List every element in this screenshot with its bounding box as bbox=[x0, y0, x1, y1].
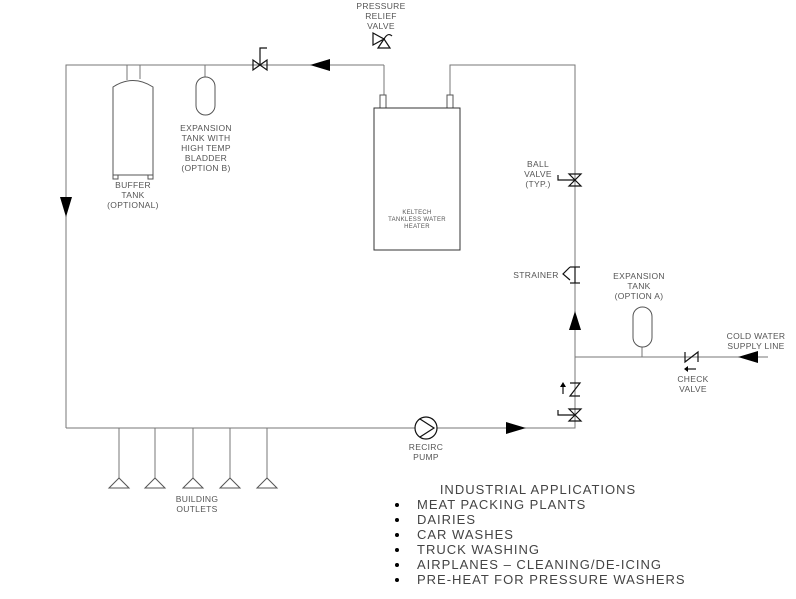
ball-valve-label-2: VALVE bbox=[524, 169, 552, 179]
recirc-pump-label-1: RECIRC bbox=[409, 442, 443, 452]
expansion-tank-b-label-5: (OPTION B) bbox=[181, 163, 230, 173]
gate-valve-icon bbox=[252, 47, 268, 72]
ball-valve-label-3: (TYP.) bbox=[525, 179, 550, 189]
ball-valve-icon bbox=[557, 408, 583, 422]
expansion-tank-a-label-2: TANK bbox=[627, 281, 650, 291]
check-valve-vertical-icon bbox=[560, 382, 582, 397]
application-item: TRUCK WASHING bbox=[417, 542, 540, 557]
application-item: PRE-HEAT FOR PRESSURE WASHERS bbox=[417, 572, 686, 587]
strainer-icon bbox=[562, 266, 580, 284]
outlet-icon bbox=[255, 477, 279, 489]
flow-arrow-up-icon bbox=[569, 311, 581, 330]
flow-arrow-right-icon bbox=[506, 422, 526, 434]
outlets-label-2: OUTLETS bbox=[176, 504, 217, 514]
cold-water-label-1: COLD WATER bbox=[727, 331, 786, 341]
prv-label-2: RELIEF bbox=[365, 11, 397, 21]
expansion-tank-b-label-1: EXPANSION bbox=[180, 123, 232, 133]
application-item: AIRPLANES – CLEANING/DE-ICING bbox=[417, 557, 662, 572]
buffer-tank-label-1: BUFFER bbox=[115, 180, 151, 190]
buffer-tank-label-3: (OPTIONAL) bbox=[107, 200, 159, 210]
recirc-pump-icon bbox=[414, 416, 438, 440]
ball-valve-label-1: BALL bbox=[527, 159, 549, 169]
heater-label-3: HEATER bbox=[404, 224, 430, 230]
outlets-label-1: BUILDING bbox=[176, 494, 219, 504]
heater-label-1: KELTECH bbox=[402, 210, 431, 216]
buffer-tank bbox=[112, 80, 154, 180]
applications-title: INDUSTRIAL APPLICATIONS bbox=[440, 482, 636, 497]
expansion-tank-b-label-3: HIGH TEMP bbox=[181, 143, 231, 153]
application-item: DAIRIES bbox=[417, 512, 476, 527]
piping-diagram: BUFFER TANK (OPTIONAL) EXPANSION TANK WI… bbox=[0, 0, 796, 599]
strainer-label: STRAINER bbox=[513, 270, 558, 280]
outlet-icon bbox=[218, 477, 242, 489]
heater-label-2: TANKLESS WATER bbox=[388, 217, 446, 223]
application-item: CAR WASHES bbox=[417, 527, 514, 542]
building-outlets bbox=[107, 477, 279, 489]
check-valve-icon bbox=[684, 350, 699, 372]
pressure-relief-valve-icon bbox=[372, 31, 393, 49]
ball-valve-icon bbox=[557, 173, 583, 187]
expansion-tank-b-label-4: BLADDER bbox=[185, 153, 227, 163]
check-valve-label-1: CHECK bbox=[677, 374, 708, 384]
cold-water-label-2: SUPPLY LINE bbox=[727, 341, 784, 351]
outlet-icon bbox=[181, 477, 205, 489]
expansion-tank-a-label-1: EXPANSION bbox=[613, 271, 665, 281]
flow-arrow-left-icon bbox=[310, 59, 330, 71]
buffer-tank-label-2: TANK bbox=[121, 190, 144, 200]
expansion-tank-b bbox=[195, 76, 216, 116]
flow-arrow-left-icon bbox=[738, 351, 758, 363]
outlet-icon bbox=[107, 477, 131, 489]
expansion-tank-a-label-3: (OPTION A) bbox=[615, 291, 664, 301]
expansion-tank-b-label-2: TANK WITH bbox=[182, 133, 231, 143]
application-item: MEAT PACKING PLANTS bbox=[417, 497, 586, 512]
flow-arrow-down-icon bbox=[60, 197, 72, 217]
outlet-icon bbox=[143, 477, 167, 489]
recirc-pump-label-2: PUMP bbox=[413, 452, 439, 462]
prv-label-3: VALVE bbox=[367, 21, 395, 31]
prv-label-1: PRESSURE bbox=[356, 1, 405, 11]
expansion-tank-a bbox=[632, 306, 653, 348]
check-valve-label-2: VALVE bbox=[679, 384, 707, 394]
applications-list: MEAT PACKING PLANTS DAIRIES CAR WASHES T… bbox=[395, 497, 686, 587]
